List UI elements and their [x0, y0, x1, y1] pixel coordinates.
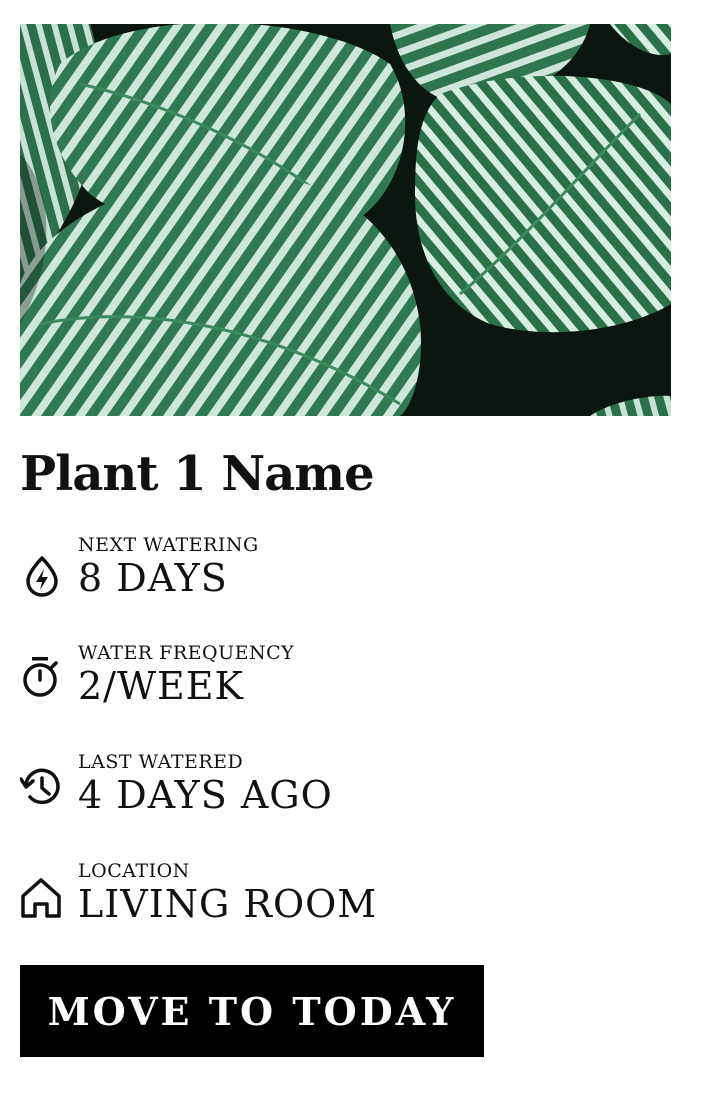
stat-value: LIVING ROOM — [78, 882, 378, 926]
water-drop-bolt-icon — [20, 554, 64, 598]
stat-label: NEXT WATERING — [78, 534, 259, 556]
move-to-today-button[interactable]: MOVE TO TODAY — [20, 965, 484, 1057]
history-icon — [19, 765, 64, 809]
stat-label: WATER FREQUENCY — [78, 642, 295, 664]
stat-value: 8 DAYS — [78, 556, 228, 600]
plant-card: Plant 1 Name NEXT WATERING 8 DAYS WATER … — [19, 24, 671, 1057]
plant-name: Plant 1 Name — [20, 446, 375, 502]
home-icon — [20, 876, 64, 920]
stopwatch-icon — [20, 654, 64, 698]
stat-label: LAST WATERED — [78, 751, 244, 773]
stat-label: LOCATION — [78, 860, 190, 882]
plant-image — [20, 24, 671, 416]
stat-location: LOCATION LIVING ROOM — [20, 860, 620, 940]
stat-water-frequency: WATER FREQUENCY 2/WEEK — [20, 642, 620, 722]
stat-value: 2/WEEK — [78, 664, 244, 708]
stat-next-watering: NEXT WATERING 8 DAYS — [20, 534, 620, 614]
stat-last-watered: LAST WATERED 4 DAYS AGO — [19, 751, 620, 831]
stat-value: 4 DAYS AGO — [78, 773, 333, 817]
